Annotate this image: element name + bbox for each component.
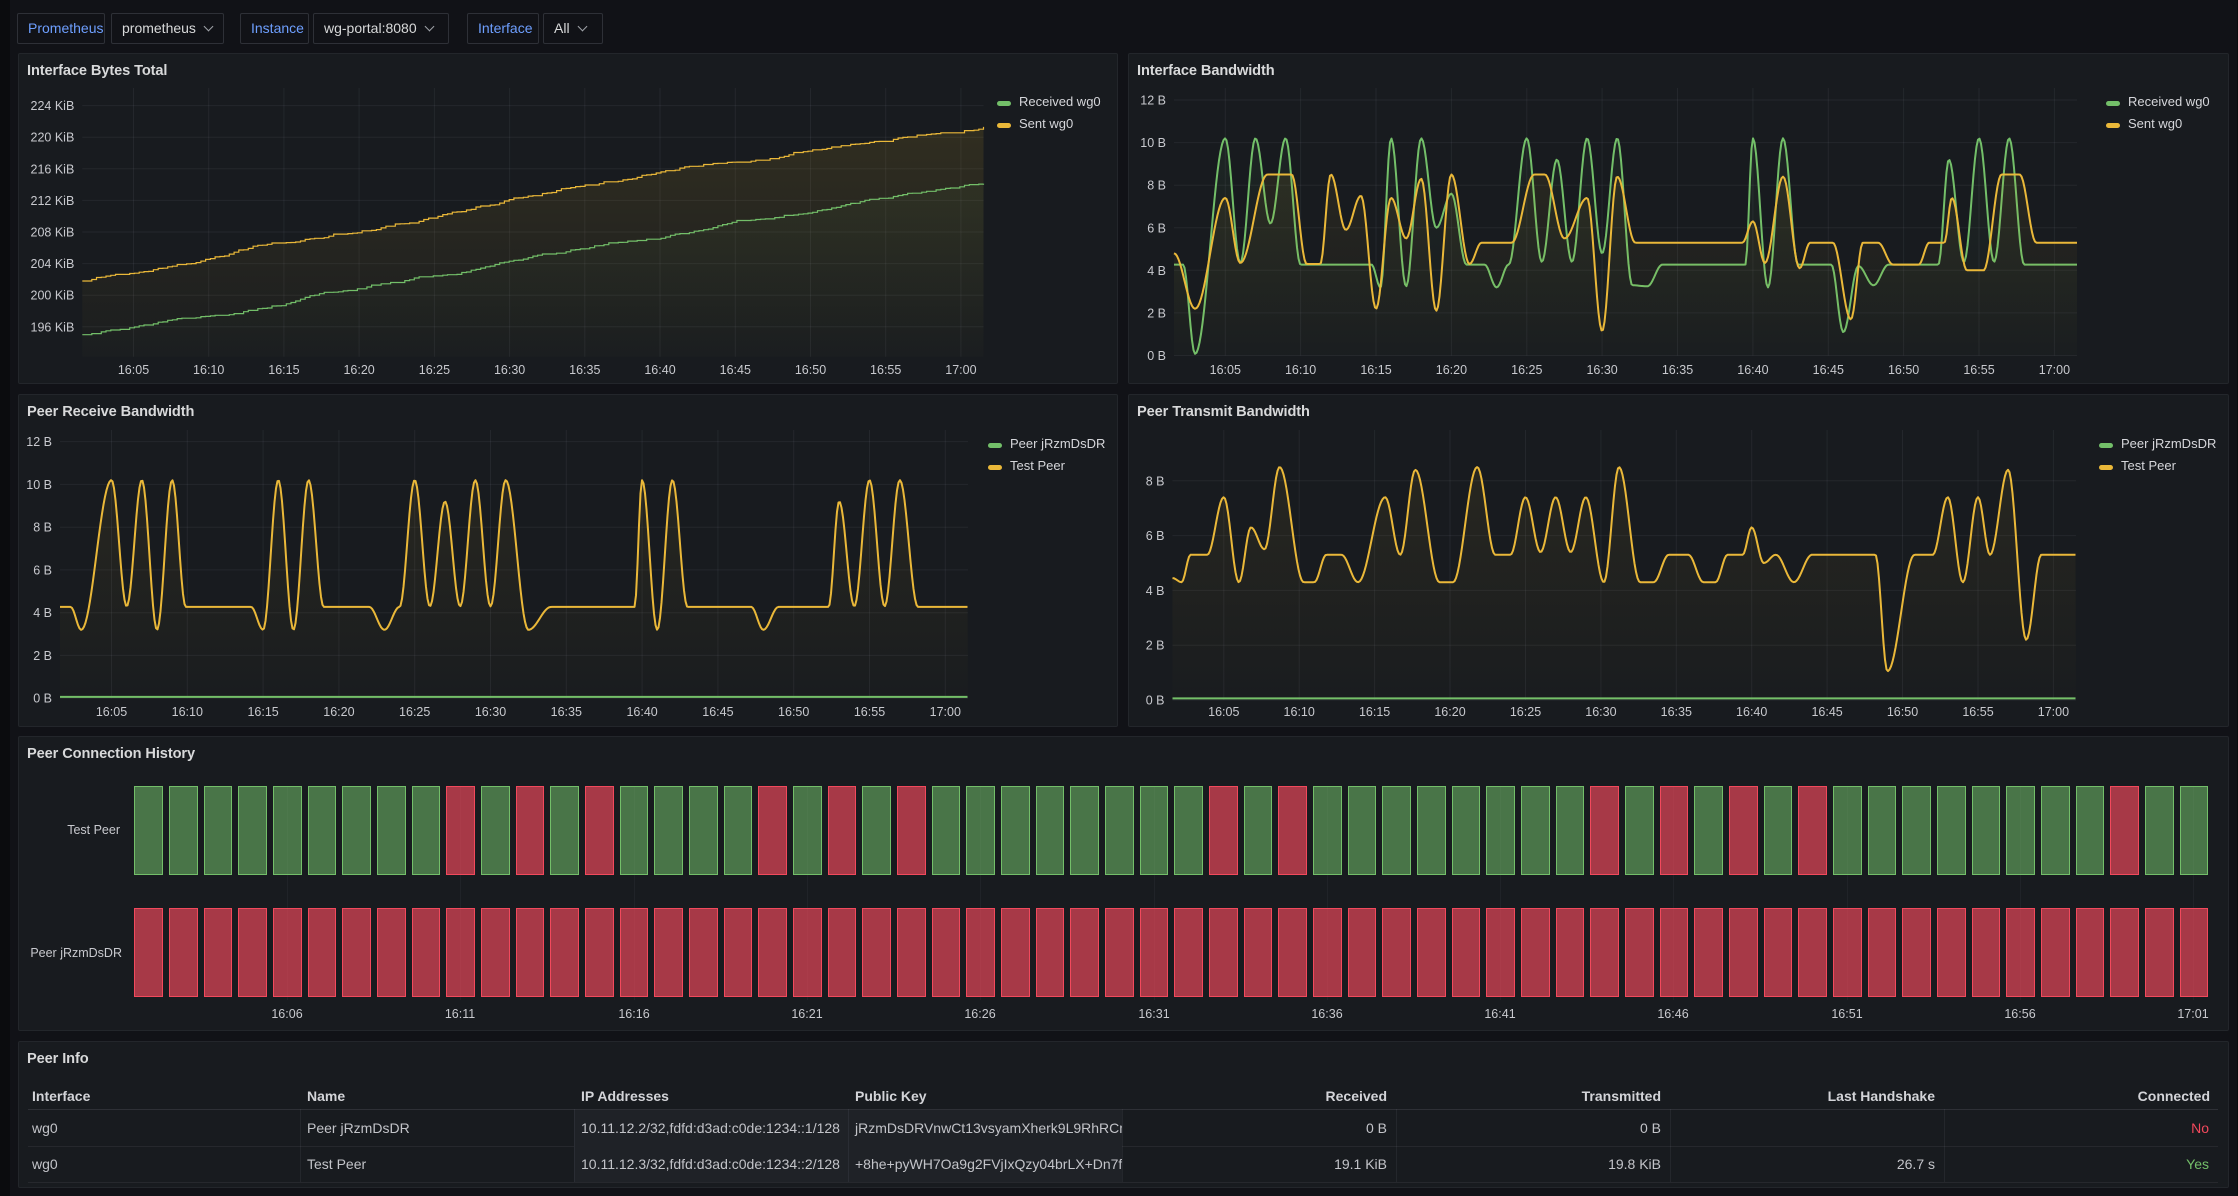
svg-text:17:00: 17:00	[2039, 363, 2070, 377]
svg-text:16:10: 16:10	[172, 705, 203, 719]
svg-text:16:20: 16:20	[1436, 363, 1467, 377]
svg-text:16:45: 16:45	[1813, 363, 1844, 377]
svg-text:16:10: 16:10	[1284, 705, 1315, 719]
svg-text:16:30: 16:30	[475, 705, 506, 719]
svg-text:16:10: 16:10	[1285, 363, 1316, 377]
svg-text:16:40: 16:40	[1737, 363, 1768, 377]
svg-text:2 B: 2 B	[1147, 306, 1166, 320]
svg-text:16:55: 16:55	[1963, 363, 1994, 377]
svg-text:16:50: 16:50	[1888, 363, 1919, 377]
svg-text:16:40: 16:40	[626, 705, 657, 719]
svg-text:16:55: 16:55	[1962, 705, 1993, 719]
svg-text:220 KiB: 220 KiB	[31, 131, 75, 145]
svg-text:17:00: 17:00	[930, 705, 961, 719]
svg-text:16:30: 16:30	[1586, 363, 1617, 377]
svg-text:17:00: 17:00	[945, 363, 976, 377]
svg-text:6 B: 6 B	[1147, 221, 1166, 235]
svg-text:16:35: 16:35	[551, 705, 582, 719]
svg-text:16:15: 16:15	[247, 705, 278, 719]
svg-text:200 KiB: 200 KiB	[31, 289, 75, 303]
svg-text:16:50: 16:50	[1887, 705, 1918, 719]
svg-text:4 B: 4 B	[1147, 264, 1166, 278]
svg-text:16:55: 16:55	[854, 705, 885, 719]
svg-text:16:30: 16:30	[1585, 705, 1616, 719]
svg-text:6 B: 6 B	[1146, 529, 1165, 543]
svg-text:4 B: 4 B	[33, 606, 52, 620]
svg-text:16:50: 16:50	[778, 705, 809, 719]
svg-text:16:30: 16:30	[494, 363, 525, 377]
svg-text:16:05: 16:05	[118, 363, 149, 377]
svg-text:8 B: 8 B	[1146, 474, 1165, 488]
svg-text:16:25: 16:25	[399, 705, 430, 719]
svg-text:0 B: 0 B	[1146, 694, 1165, 708]
svg-text:216 KiB: 216 KiB	[31, 162, 75, 176]
svg-text:16:20: 16:20	[1434, 705, 1465, 719]
svg-text:12 B: 12 B	[26, 435, 52, 449]
svg-text:16:20: 16:20	[343, 363, 374, 377]
svg-text:16:55: 16:55	[870, 363, 901, 377]
svg-text:196 KiB: 196 KiB	[31, 320, 75, 334]
svg-text:16:15: 16:15	[1359, 705, 1390, 719]
svg-text:16:45: 16:45	[1811, 705, 1842, 719]
svg-text:16:35: 16:35	[569, 363, 600, 377]
svg-text:16:10: 16:10	[193, 363, 224, 377]
svg-text:16:45: 16:45	[702, 705, 733, 719]
svg-text:0 B: 0 B	[33, 692, 52, 706]
svg-text:224 KiB: 224 KiB	[31, 99, 75, 113]
svg-text:16:15: 16:15	[1360, 363, 1391, 377]
svg-text:16:50: 16:50	[795, 363, 826, 377]
svg-text:16:35: 16:35	[1662, 363, 1693, 377]
svg-text:6 B: 6 B	[33, 563, 52, 577]
svg-text:0 B: 0 B	[1147, 349, 1166, 363]
svg-text:16:25: 16:25	[1511, 363, 1542, 377]
svg-text:16:20: 16:20	[323, 705, 354, 719]
svg-text:16:40: 16:40	[1736, 705, 1767, 719]
svg-text:16:25: 16:25	[419, 363, 450, 377]
svg-text:17:00: 17:00	[2038, 705, 2069, 719]
svg-text:8 B: 8 B	[33, 521, 52, 535]
svg-text:212 KiB: 212 KiB	[31, 194, 75, 208]
svg-text:16:05: 16:05	[1208, 705, 1239, 719]
svg-text:16:25: 16:25	[1510, 705, 1541, 719]
svg-text:16:15: 16:15	[268, 363, 299, 377]
svg-text:16:40: 16:40	[644, 363, 675, 377]
svg-text:10 B: 10 B	[26, 478, 52, 492]
svg-text:208 KiB: 208 KiB	[31, 226, 75, 240]
svg-text:16:45: 16:45	[720, 363, 751, 377]
svg-text:16:05: 16:05	[96, 705, 127, 719]
svg-text:4 B: 4 B	[1146, 584, 1165, 598]
svg-text:16:35: 16:35	[1661, 705, 1692, 719]
svg-text:2 B: 2 B	[33, 649, 52, 663]
svg-text:204 KiB: 204 KiB	[31, 257, 75, 271]
svg-text:12 B: 12 B	[1140, 94, 1166, 108]
svg-text:8 B: 8 B	[1147, 179, 1166, 193]
svg-text:16:05: 16:05	[1210, 363, 1241, 377]
svg-text:10 B: 10 B	[1140, 136, 1166, 150]
svg-text:2 B: 2 B	[1146, 639, 1165, 653]
